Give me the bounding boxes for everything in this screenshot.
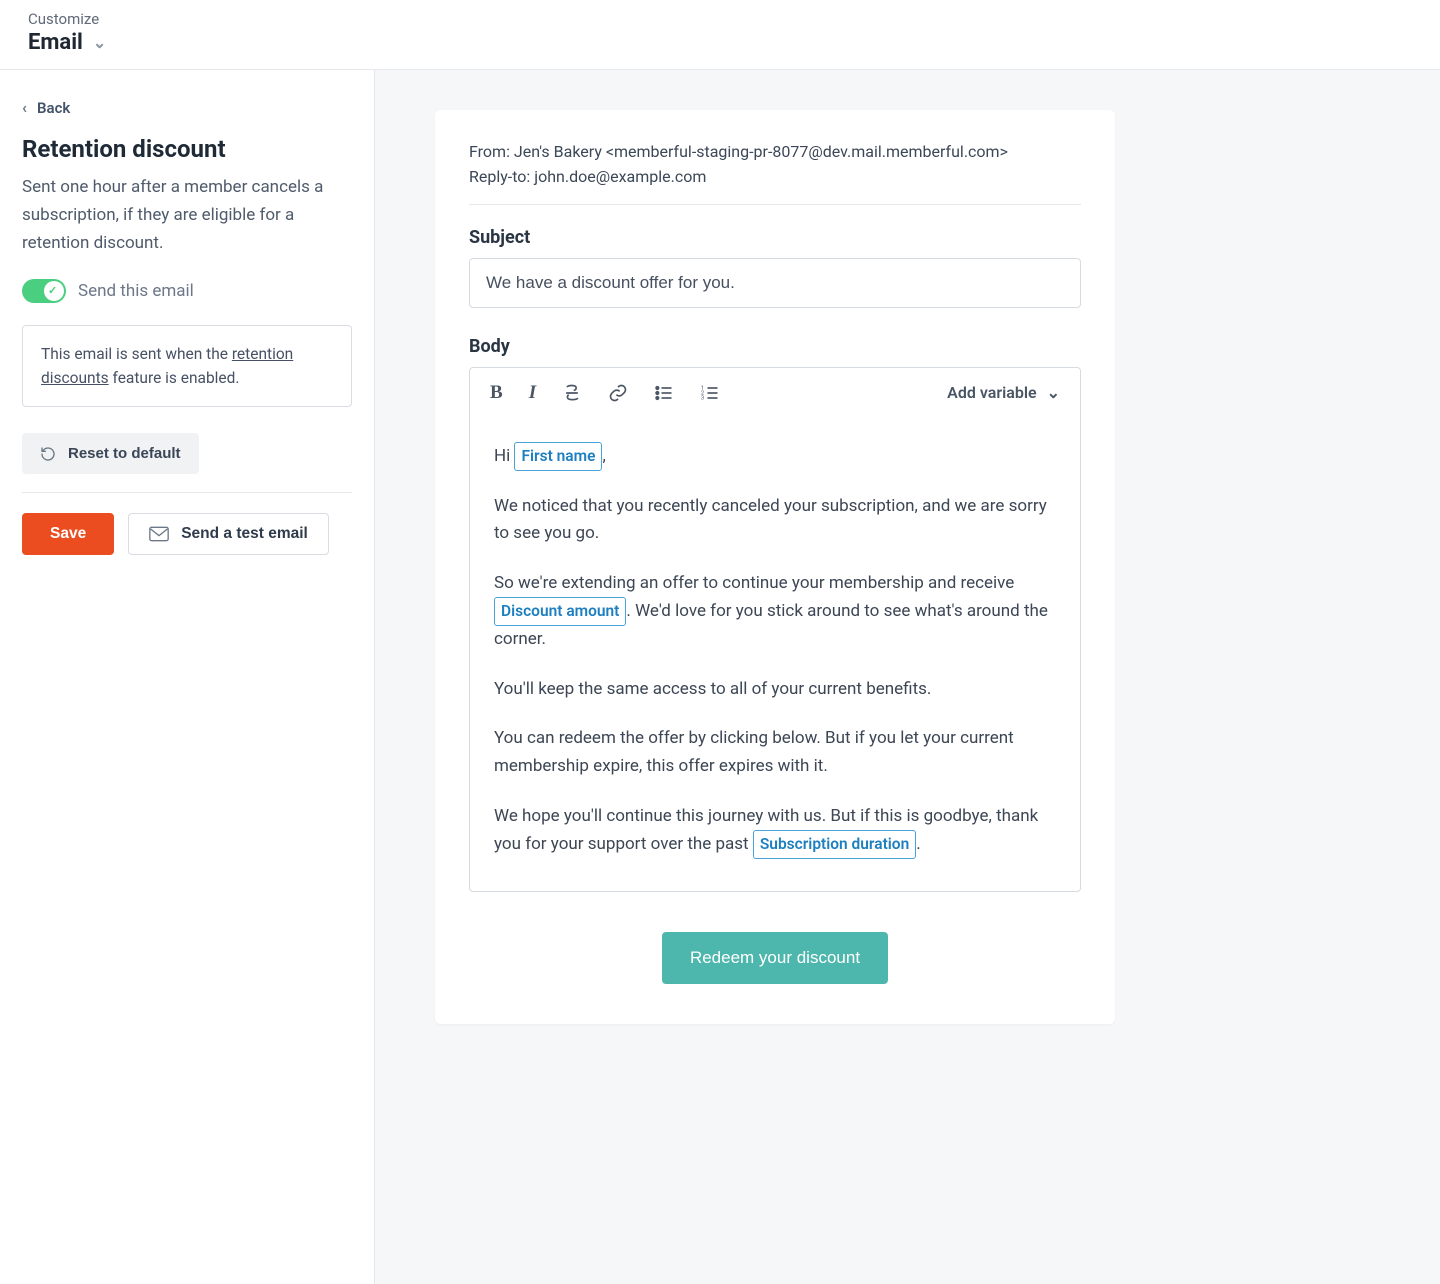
svg-text:3: 3 (701, 395, 704, 401)
cta-row: Redeem your discount (469, 932, 1081, 984)
strikethrough-icon (562, 383, 582, 403)
back-button[interactable]: ‹ Back (22, 98, 352, 117)
page-header: Customize Email ⌄ (0, 0, 1440, 70)
divider (22, 492, 352, 493)
sidebar: ‹ Back Retention discount Sent one hour … (0, 70, 375, 1284)
send-email-toggle-label: Send this email (78, 281, 194, 301)
variable-chip-subscription-duration[interactable]: Subscription duration (753, 830, 916, 859)
send-email-toggle[interactable]: ✓ (22, 279, 66, 303)
body-p3: You'll keep the same access to all of yo… (494, 676, 1056, 704)
ordered-list-button[interactable]: 123 (700, 383, 720, 403)
send-test-email-button[interactable]: Send a test email (128, 513, 329, 555)
bullet-list-button[interactable] (654, 383, 674, 403)
variable-chip-first-name[interactable]: First name (514, 442, 602, 471)
main-panel: From: Jen's Bakery <memberful-staging-pr… (375, 70, 1440, 1284)
ordered-list-icon: 123 (700, 383, 720, 403)
page-description: Sent one hour after a member cancels a s… (22, 173, 352, 257)
body-textarea[interactable]: Hi First name, We noticed that you recen… (470, 418, 1080, 892)
send-email-toggle-row: ✓ Send this email (22, 279, 352, 303)
body-editor: B I 123 Add varia (469, 367, 1081, 893)
chevron-down-icon: ⌄ (1047, 383, 1060, 402)
info-callout: This email is sent when the retention di… (22, 325, 352, 407)
reply-to-value: john.doe@example.com (534, 167, 706, 186)
subject-label: Subject (469, 227, 1081, 248)
chevron-down-icon: ⌄ (93, 33, 106, 52)
body-p5-post: . (916, 834, 920, 854)
reply-to-line: Reply-to: john.doe@example.com (469, 165, 1081, 190)
body-p4: You can redeem the offer by clicking bel… (494, 725, 1056, 780)
reset-to-default-button[interactable]: Reset to default (22, 433, 199, 474)
subject-input[interactable] (469, 258, 1081, 308)
variable-chip-discount-amount[interactable]: Discount amount (494, 597, 626, 626)
from-value: Jen's Bakery <memberful-staging-pr-8077@… (514, 142, 1008, 161)
bold-button[interactable]: B (490, 382, 503, 404)
reset-label: Reset to default (68, 445, 181, 462)
email-editor-card: From: Jen's Bakery <memberful-staging-pr… (435, 110, 1115, 1024)
action-row: Save Send a test email (22, 513, 352, 555)
email-meta: From: Jen's Bakery <memberful-staging-pr… (469, 140, 1081, 205)
reply-to-label: Reply-to: (469, 167, 530, 186)
from-label: From: (469, 142, 510, 161)
italic-button[interactable]: I (529, 382, 536, 404)
body-greeting-pre: Hi (494, 446, 514, 466)
save-button[interactable]: Save (22, 513, 114, 555)
header-channel-name: Email (28, 30, 83, 55)
mail-icon (149, 526, 169, 542)
body-p1: We noticed that you recently canceled yo… (494, 493, 1056, 548)
chevron-left-icon: ‹ (22, 98, 27, 117)
bullet-list-icon (654, 383, 674, 403)
editor-toolbar: B I 123 Add varia (470, 368, 1080, 418)
body-p2-pre: So we're extending an offer to continue … (494, 573, 1014, 593)
info-text-post: feature is enabled. (109, 369, 240, 387)
undo-icon (40, 446, 56, 462)
body-label: Body (469, 336, 1081, 357)
link-icon (608, 383, 628, 403)
redeem-discount-button[interactable]: Redeem your discount (662, 932, 888, 984)
header-channel-switcher[interactable]: Email ⌄ (28, 30, 1412, 55)
header-section-label: Customize (28, 10, 1412, 28)
from-line: From: Jen's Bakery <memberful-staging-pr… (469, 140, 1081, 165)
info-text-pre: This email is sent when the (41, 345, 232, 363)
send-test-email-label: Send a test email (181, 525, 308, 543)
strikethrough-button[interactable] (562, 383, 582, 403)
page-title: Retention discount (22, 135, 352, 163)
body-greeting-post: , (602, 446, 605, 466)
back-label: Back (37, 99, 70, 117)
link-button[interactable] (608, 383, 628, 403)
add-variable-dropdown[interactable]: Add variable ⌄ (947, 383, 1060, 402)
add-variable-label: Add variable (947, 383, 1036, 402)
check-icon: ✓ (48, 284, 60, 296)
